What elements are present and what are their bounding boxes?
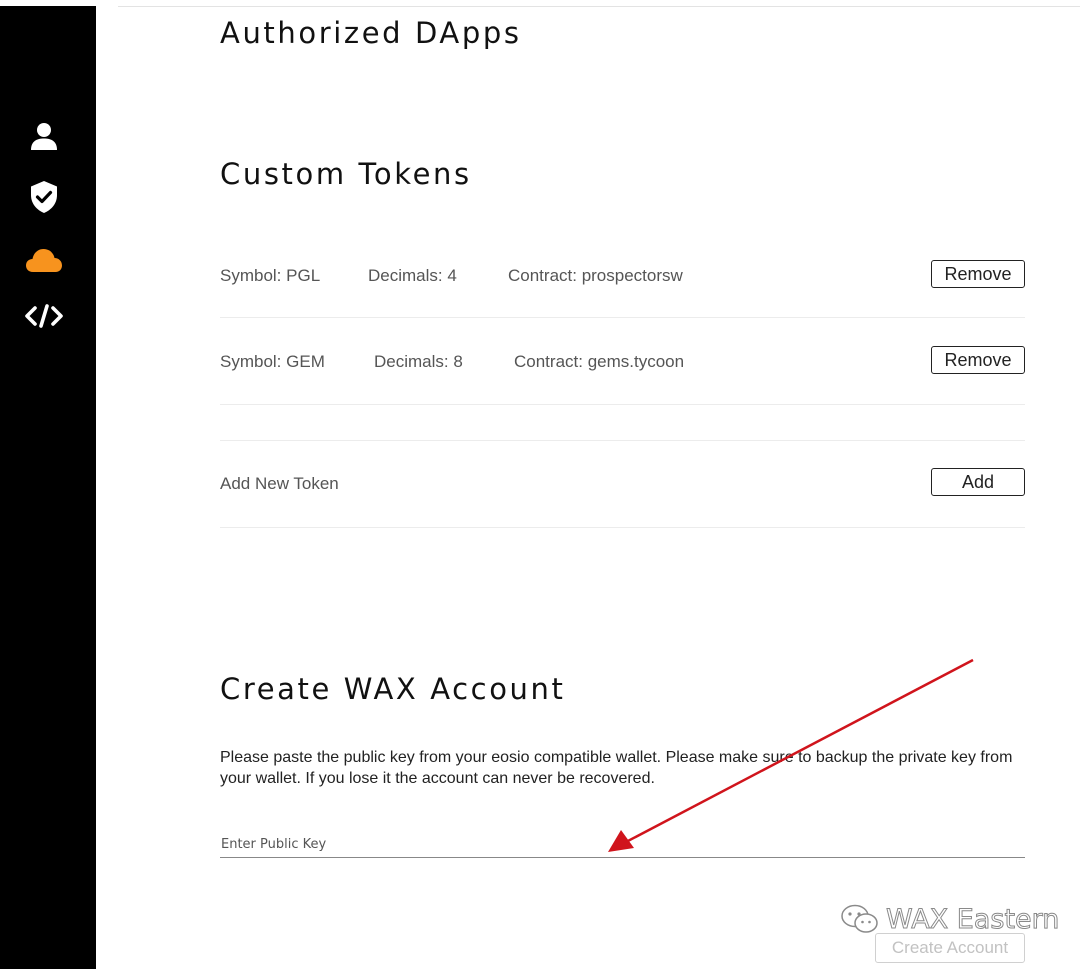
user-icon	[31, 123, 57, 150]
create-account-button[interactable]: Create Account	[875, 933, 1025, 963]
sidebar	[0, 6, 96, 969]
sidebar-item-security[interactable]	[24, 179, 64, 215]
wechat-icon	[841, 904, 878, 933]
token-symbol: Symbol: PGL	[220, 266, 321, 285]
token-decimals: Decimals: 8	[374, 352, 463, 371]
add-token-label: Add New Token	[220, 474, 339, 493]
token-contract: Contract: prospectorsw	[508, 266, 683, 285]
cloud-icon	[26, 249, 62, 272]
authorized-dapps-title: Authorized DApps	[220, 16, 522, 50]
create-account-title: Create WAX Account	[220, 672, 566, 706]
custom-tokens-title: Custom Tokens	[220, 157, 472, 191]
remove-token-button[interactable]: Remove	[931, 260, 1025, 288]
token-decimals: Decimals: 4	[368, 266, 457, 285]
sidebar-item-cloud[interactable]	[24, 242, 64, 278]
shield-check-icon	[31, 181, 57, 213]
token-contract: Contract: gems.tycoon	[514, 352, 685, 371]
code-icon	[25, 304, 63, 328]
remove-token-button[interactable]: Remove	[931, 346, 1025, 374]
sidebar-item-account[interactable]	[24, 118, 64, 154]
token-row: Symbol: GEM Decimals: 8 Contract: gems.t…	[220, 318, 1025, 405]
token-row: Symbol: PGL Decimals: 4 Contract: prospe…	[220, 232, 1025, 318]
sidebar-item-developer[interactable]	[24, 298, 64, 334]
add-token-row: Add New Token Add	[220, 440, 1025, 528]
create-account-description: Please paste the public key from your eo…	[220, 749, 1013, 787]
settings-main: Authorized DApps Custom Tokens Symbol: P…	[220, 0, 1025, 969]
add-token-button[interactable]: Add	[931, 468, 1025, 496]
watermark: WAX Eastern	[840, 903, 1060, 935]
watermark-text: WAX Eastern	[885, 903, 1060, 935]
public-key-input[interactable]	[220, 832, 1025, 858]
token-symbol: Symbol: GEM	[220, 352, 325, 371]
